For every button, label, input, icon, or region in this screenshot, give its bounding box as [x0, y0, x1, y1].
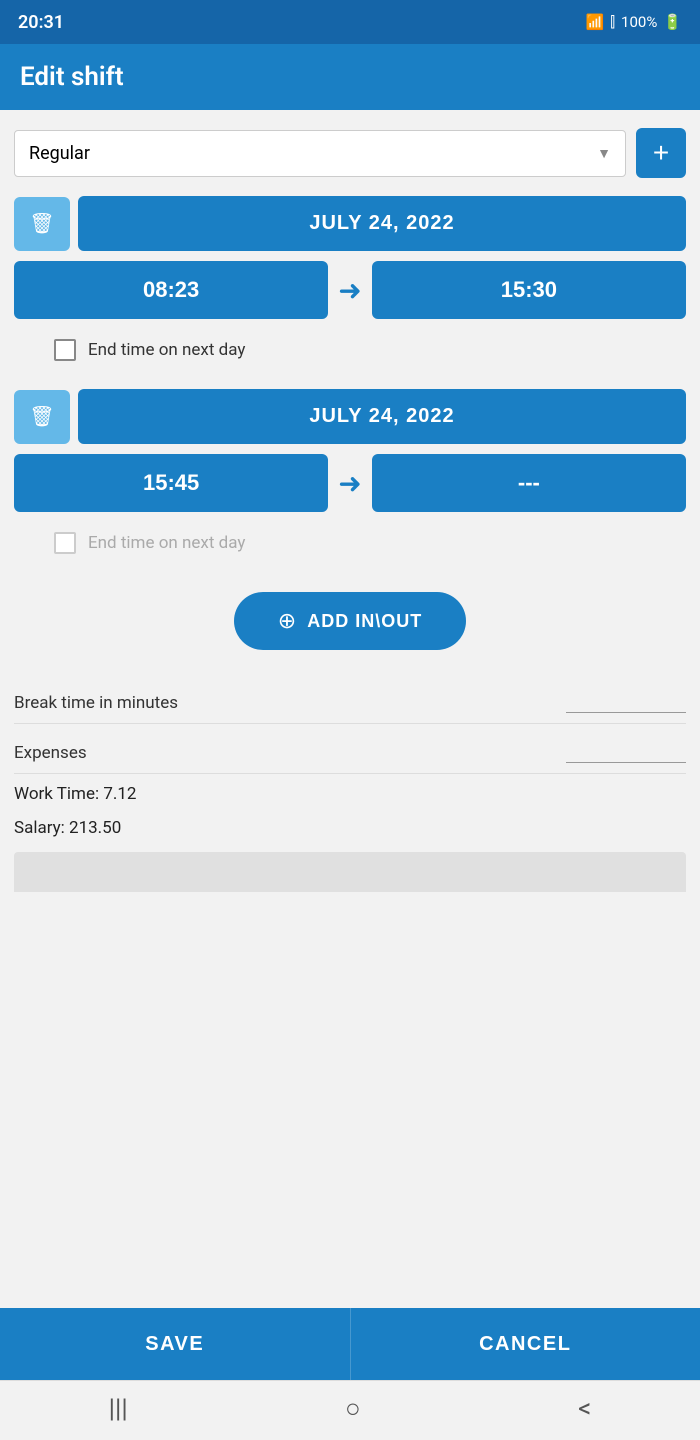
shift2-end-time-button[interactable]: ---: [372, 454, 686, 512]
expenses-label: Expenses: [14, 743, 87, 763]
trash-icon: 🗑: [29, 211, 54, 236]
break-time-label: Break time in minutes: [14, 693, 178, 713]
shift-block-1: 🗑 JULY 24, 2022 08:23 ➜ 15:30 End time o…: [14, 196, 686, 369]
add-inout-label: ADD IN\OUT: [307, 611, 422, 632]
arrow-right-icon-2: ➜: [338, 467, 361, 500]
salary-row: Salary: 213.50: [14, 808, 686, 842]
type-dropdown[interactable]: Regular ▼: [14, 130, 626, 177]
nav-bar: ||| ○ <: [0, 1380, 700, 1440]
home-nav-icon[interactable]: ○: [345, 1393, 361, 1424]
shift2-next-day-row: End time on next day: [14, 524, 686, 562]
shift2-time-row: 15:45 ➜ ---: [14, 454, 686, 512]
add-inout-button[interactable]: ⊕ ADD IN\OUT: [234, 592, 466, 650]
battery-text: 100%: [621, 13, 657, 31]
salary-value: Salary: 213.50: [14, 818, 121, 838]
plus-circle-icon: ⊕: [278, 608, 297, 634]
app-header: Edit shift: [0, 44, 700, 110]
status-bar: 20:31 📶 ⫿ 100% 🔋: [0, 0, 700, 44]
battery-icon: 🔋: [663, 13, 682, 31]
main-content: Regular ▼ + 🗑 JULY 24, 2022 08:23 ➜ 15:3…: [0, 110, 700, 1308]
signal-icon: ⫿: [610, 13, 615, 31]
type-dropdown-value: Regular: [29, 143, 90, 164]
expenses-field-row: Expenses: [14, 724, 686, 774]
break-time-field-row: Break time in minutes: [14, 674, 686, 724]
arrow-right-icon: ➜: [338, 274, 361, 307]
work-time-row: Work Time: 7.12: [14, 774, 686, 808]
shift1-time-row: 08:23 ➜ 15:30: [14, 261, 686, 319]
delete-shift2-button[interactable]: 🗑: [14, 390, 70, 444]
shift2-next-day-label: End time on next day: [88, 533, 245, 553]
menu-nav-icon[interactable]: |||: [109, 1394, 128, 1424]
footer-buttons: SAVE CANCEL: [0, 1308, 700, 1380]
add-inout-row: ⊕ ADD IN\OUT: [14, 592, 686, 650]
add-shift-type-button[interactable]: +: [636, 128, 686, 178]
work-time-value: Work Time: 7.12: [14, 784, 136, 804]
page-title: Edit shift: [20, 62, 124, 92]
shift1-date-row: 🗑 JULY 24, 2022: [14, 196, 686, 251]
type-selector-row: Regular ▼ +: [14, 128, 686, 178]
shift2-start-time-button[interactable]: 15:45: [14, 454, 328, 512]
shift1-date-button[interactable]: JULY 24, 2022: [78, 196, 686, 251]
shift-block-2: 🗑 JULY 24, 2022 15:45 ➜ --- End time on …: [14, 389, 686, 562]
status-icons: 📶 ⫿ 100% 🔋: [586, 13, 682, 31]
shift1-next-day-label: End time on next day: [88, 340, 245, 360]
partially-hidden-section: [14, 852, 686, 892]
shift2-next-day-checkbox[interactable]: [54, 532, 76, 554]
back-nav-icon[interactable]: <: [578, 1394, 591, 1424]
shift1-next-day-checkbox[interactable]: [54, 339, 76, 361]
break-time-input[interactable]: [566, 688, 686, 713]
expenses-input[interactable]: [566, 738, 686, 763]
wifi-icon: 📶: [586, 13, 605, 31]
shift1-next-day-row: End time on next day: [14, 331, 686, 369]
shift1-end-time-button[interactable]: 15:30: [372, 261, 686, 319]
trash-icon-2: 🗑: [29, 404, 54, 429]
delete-shift1-button[interactable]: 🗑: [14, 197, 70, 251]
save-button[interactable]: SAVE: [0, 1308, 350, 1380]
chevron-down-icon: ▼: [597, 145, 611, 162]
cancel-button[interactable]: CANCEL: [350, 1308, 700, 1380]
shift2-date-row: 🗑 JULY 24, 2022: [14, 389, 686, 444]
status-time: 20:31: [18, 12, 64, 33]
shift1-start-time-button[interactable]: 08:23: [14, 261, 328, 319]
shift2-date-button[interactable]: JULY 24, 2022: [78, 389, 686, 444]
